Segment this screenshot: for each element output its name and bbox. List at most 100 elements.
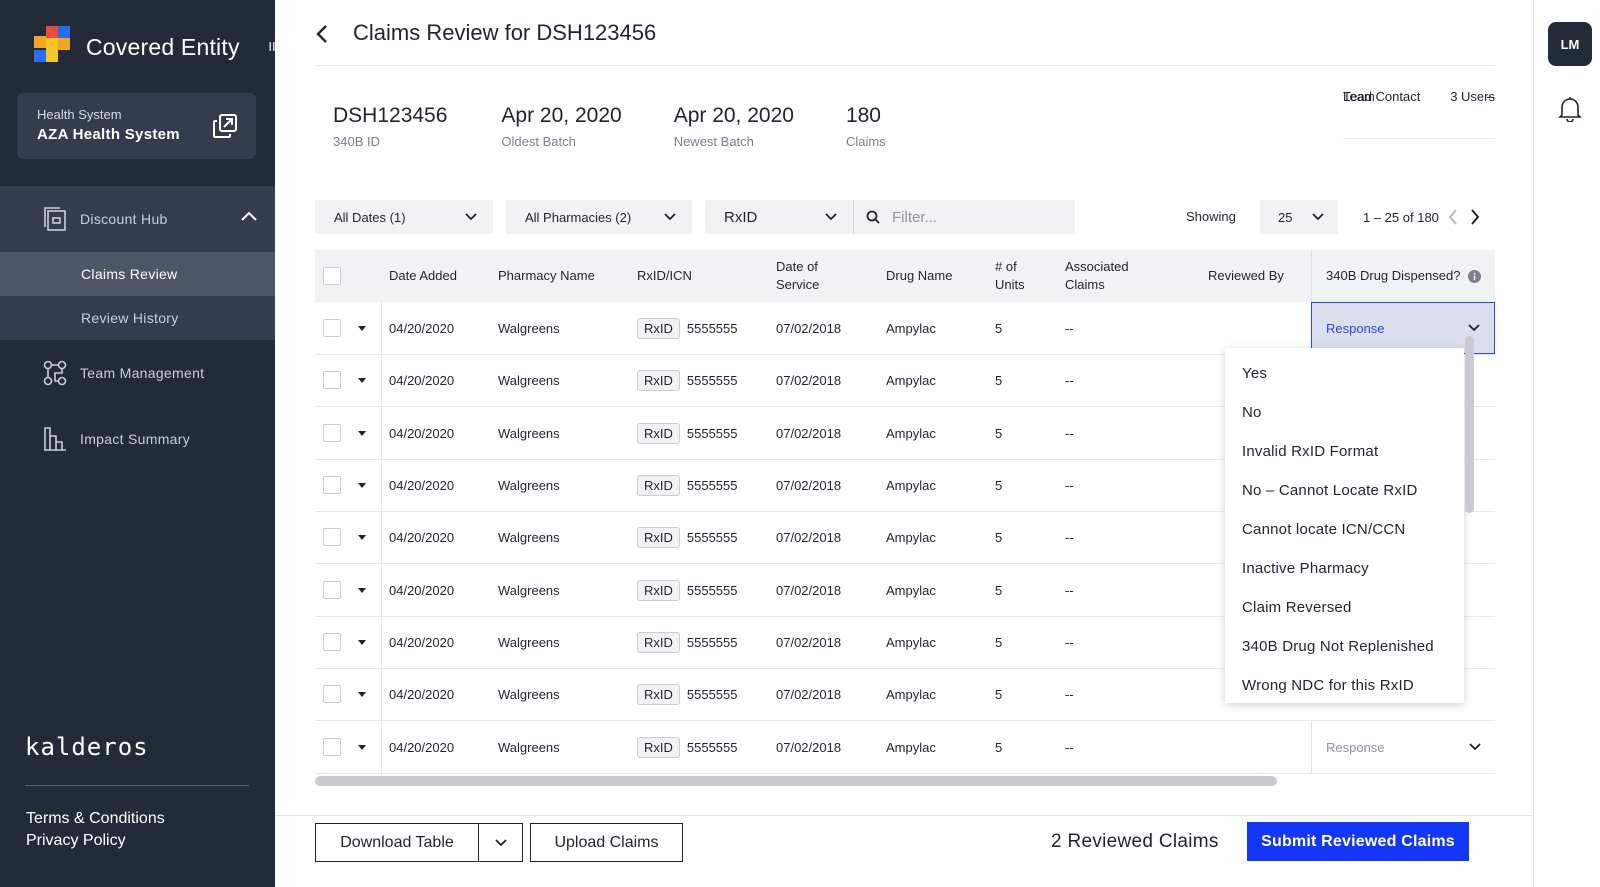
- dropdown-option-drug-not-replenished[interactable]: 340B Drug Not Replenished: [1225, 627, 1464, 666]
- header-reviewed-by[interactable]: Reviewed By: [1208, 250, 1284, 302]
- pharmacies-filter-select[interactable]: All Pharmacies (2): [506, 200, 692, 234]
- rxid-tag: RxID: [637, 736, 680, 758]
- table-row[interactable]: 04/20/2020 Walgreens RxID 5555555 07/02/2018…: [315, 721, 1495, 774]
- header-drug-name[interactable]: Drug Name: [886, 250, 952, 302]
- dropdown-option-no[interactable]: No: [1225, 393, 1464, 432]
- privacy-link[interactable]: Privacy Policy: [26, 830, 165, 852]
- info-icon[interactable]: [1468, 269, 1482, 283]
- row-expand-toggle[interactable]: [358, 616, 366, 668]
- row-expand-toggle[interactable]: [358, 302, 366, 354]
- row-checkbox[interactable]: [323, 476, 341, 494]
- response-select[interactable]: Response: [1311, 721, 1495, 773]
- dropdown-option-inactive-pharmacy[interactable]: Inactive Pharmacy: [1225, 549, 1464, 588]
- cell-drug-name: Ampylac: [886, 686, 936, 702]
- header-date-of-service[interactable]: Date of Service: [776, 250, 819, 302]
- row-expand-toggle[interactable]: [358, 668, 366, 720]
- footer-links: Terms & Conditions Privacy Policy: [26, 808, 165, 852]
- dropdown-option-invalid-rxid-format[interactable]: Invalid RxID Format: [1225, 432, 1464, 471]
- row-checkbox[interactable]: [323, 738, 341, 756]
- chevron-left-icon: [1448, 209, 1457, 225]
- row-expand-toggle[interactable]: [358, 564, 366, 616]
- row-checkbox[interactable]: [323, 581, 341, 599]
- cell-rxid: RxID 5555555: [637, 354, 738, 406]
- header-340b-drug-dispensed[interactable]: 340B Drug Dispensed?: [1311, 250, 1495, 302]
- dropdown-option-wrong-ndc[interactable]: Wrong NDC for this RxID: [1225, 666, 1464, 705]
- dropdown-option-cannot-locate-icn-ccn[interactable]: Cannot locate ICN/CCN: [1225, 510, 1464, 549]
- chevron-up-icon[interactable]: [241, 211, 257, 221]
- horizontal-scrollbar[interactable]: [315, 776, 1277, 786]
- user-avatar[interactable]: LM: [1548, 22, 1592, 66]
- header-units[interactable]: # of Units: [995, 250, 1025, 302]
- dates-filter-select[interactable]: All Dates (1): [315, 200, 493, 234]
- cell-rxid: RxID 5555555: [637, 302, 738, 354]
- row-checkbox[interactable]: [323, 528, 341, 546]
- row-checkbox[interactable]: [323, 424, 341, 442]
- dropdown-option-cannot-locate-rxid[interactable]: No – Cannot Locate RxID: [1225, 471, 1464, 510]
- sidebar-item-impact-summary[interactable]: Impact Summary: [0, 406, 275, 472]
- column-divider: [381, 302, 382, 782]
- cell-pharmacy-name: Walgreens: [498, 477, 560, 493]
- previous-page-button[interactable]: [1445, 207, 1461, 227]
- cell-date-of-service: 07/02/2018: [776, 425, 842, 441]
- cell-drug-name: Ampylac: [886, 739, 936, 755]
- bar-chart-icon: [44, 427, 66, 451]
- row-expand-toggle[interactable]: [358, 511, 366, 563]
- header-rxid-icn[interactable]: RxID/ICN: [637, 250, 692, 302]
- switch-organization-icon[interactable]: [212, 113, 238, 139]
- sidebar-item-claims-review[interactable]: Claims Review: [0, 252, 275, 296]
- dropdown-option-yes[interactable]: Yes: [1225, 354, 1464, 393]
- rxid-tag: RxID: [637, 526, 680, 548]
- sidebar-item-label: Impact Summary: [80, 431, 190, 447]
- org-name: AZA Health System: [37, 126, 180, 143]
- cell-date-added: 04/20/2020: [389, 477, 455, 493]
- header-line: Units: [995, 277, 1025, 292]
- organization-card[interactable]: Health System AZA Health System: [17, 93, 256, 159]
- header-pharmacy-name[interactable]: Pharmacy Name: [498, 250, 595, 302]
- row-expand-toggle[interactable]: [358, 721, 366, 773]
- page-size-select[interactable]: 25: [1260, 200, 1338, 234]
- brand[interactable]: Covered Entity: [34, 26, 240, 68]
- row-checkbox[interactable]: [323, 685, 341, 703]
- row-expand-toggle[interactable]: [358, 354, 366, 406]
- next-page-button[interactable]: [1467, 207, 1483, 227]
- cell-rxid: RxID 5555555: [637, 564, 738, 616]
- cell-associated-claims: --: [1065, 634, 1074, 650]
- row-checkbox[interactable]: [323, 371, 341, 389]
- header-date-added[interactable]: Date Added: [389, 250, 457, 302]
- terms-link[interactable]: Terms & Conditions: [26, 808, 165, 830]
- sidebar-item-label: Discount Hub: [80, 211, 168, 227]
- chevron-down-icon: [825, 213, 837, 221]
- vertical-scrollbar[interactable]: [1465, 336, 1474, 513]
- back-arrow-icon[interactable]: [313, 22, 333, 46]
- row-expand-toggle[interactable]: [358, 459, 366, 511]
- select-all-checkbox[interactable]: [323, 267, 341, 285]
- caret-down-icon: [358, 691, 366, 697]
- upload-claims-button[interactable]: Upload Claims: [530, 823, 683, 862]
- sidebar-item-review-history[interactable]: Review History: [0, 296, 275, 340]
- download-options-button[interactable]: [478, 824, 522, 861]
- row-checkbox[interactable]: [323, 319, 341, 337]
- cell-date-of-service: 07/02/2018: [776, 477, 842, 493]
- dropdown-option-claim-reversed[interactable]: Claim Reversed: [1225, 588, 1464, 627]
- cell-units: 5: [995, 582, 1003, 598]
- id-type-select[interactable]: RxID: [705, 200, 853, 234]
- right-rail: LM: [1533, 0, 1600, 887]
- cell-rxid: RxID 5555555: [637, 616, 738, 668]
- header-line: # of: [995, 259, 1017, 274]
- download-table-button[interactable]: Download Table: [315, 823, 523, 862]
- team-value[interactable]: 3 Users: [1450, 86, 1495, 138]
- header-associated-claims[interactable]: Associated Claims: [1065, 250, 1129, 302]
- submit-reviewed-claims-button[interactable]: Submit Reviewed Claims: [1247, 822, 1469, 861]
- bell-icon[interactable]: [1558, 96, 1582, 122]
- row-expand-toggle[interactable]: [358, 407, 366, 459]
- rxid-value: 5555555: [686, 529, 738, 545]
- cell-drug-name: Ampylac: [886, 582, 936, 598]
- row-checkbox-cell: [323, 354, 341, 406]
- cell-drug-name: Ampylac: [886, 634, 936, 650]
- filter-input[interactable]: [892, 208, 1062, 226]
- sidebar-item-discount-hub[interactable]: Discount Hub: [0, 186, 275, 252]
- cell-pharmacy-name: Walgreens: [498, 425, 560, 441]
- sidebar-item-team-management[interactable]: Team Management: [0, 340, 275, 406]
- cell-pharmacy-name: Walgreens: [498, 686, 560, 702]
- row-checkbox[interactable]: [323, 633, 341, 651]
